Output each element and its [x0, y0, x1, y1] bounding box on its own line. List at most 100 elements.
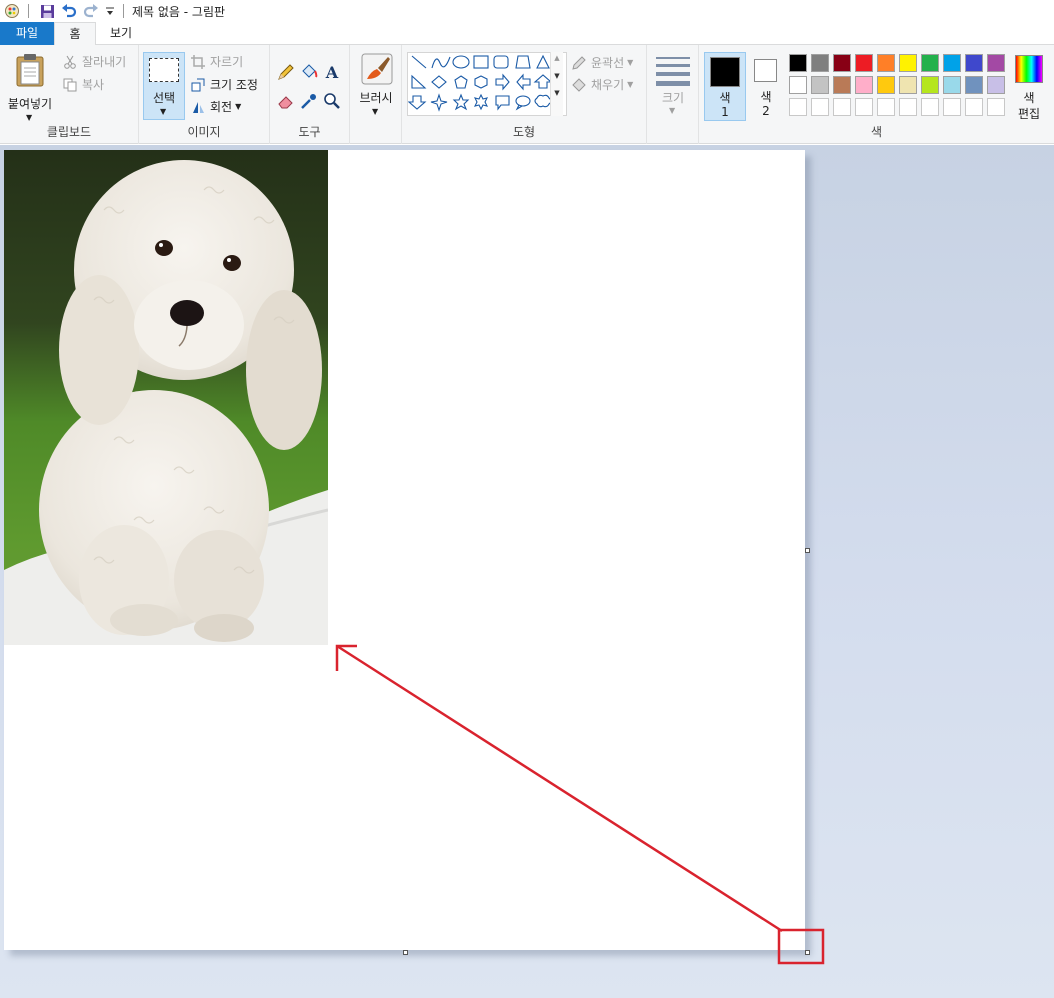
paint-app-icon[interactable]: [2, 1, 22, 21]
size-label: 크기: [661, 91, 685, 105]
resize-handle-right[interactable]: [805, 548, 810, 553]
custom-color-slot[interactable]: [987, 98, 1005, 116]
selection-rect-icon: [149, 58, 179, 82]
fill-bucket-icon[interactable]: [299, 62, 319, 82]
window-title: 제목 없음 - 그림판: [132, 4, 226, 19]
redo-icon[interactable]: [81, 1, 101, 21]
chevron-down-icon: ▼: [627, 80, 634, 89]
chevron-down-icon: ▼: [372, 107, 379, 116]
magnifier-icon[interactable]: [322, 91, 342, 111]
palette-swatch[interactable]: [921, 54, 939, 72]
resize-button[interactable]: 크기 조정: [190, 76, 258, 93]
scroll-down-icon[interactable]: ▼: [551, 72, 563, 80]
outline-button[interactable]: 윤곽선 ▼: [571, 54, 633, 71]
gallery-expand-icon[interactable]: ▼: [551, 89, 563, 97]
custom-color-slot[interactable]: [833, 98, 851, 116]
resize-icon: [190, 77, 206, 93]
palette-swatch[interactable]: [921, 76, 939, 94]
palette-swatch[interactable]: [855, 54, 873, 72]
palette-swatch[interactable]: [833, 54, 851, 72]
copy-icon: [62, 77, 78, 93]
palette-swatch[interactable]: [833, 76, 851, 94]
palette-swatch[interactable]: [943, 76, 961, 94]
select-button[interactable]: 선택 ▼: [143, 52, 185, 120]
palette-swatch[interactable]: [965, 76, 983, 94]
ribbon: 붙여넣기 ▼ 잘라내기 복사 클립보드 선택 ▼ 자르기 크기 조정 회전 ▼ …: [0, 45, 1054, 144]
brush-button[interactable]: 브러시 ▼: [354, 53, 398, 121]
palette-swatch[interactable]: [899, 76, 917, 94]
line-width-icon: [656, 57, 690, 86]
shapes-group: ▲ ▼ ▼ 윤곽선 ▼ 채우기 ▼ 도형: [402, 45, 647, 144]
brush-icon: [361, 53, 393, 88]
tab-view[interactable]: 보기: [98, 22, 144, 45]
scroll-up-icon[interactable]: ▲: [551, 54, 563, 62]
shapes-gallery-icons[interactable]: [407, 53, 568, 117]
custom-color-slot[interactable]: [943, 98, 961, 116]
color2-swatch: [754, 59, 777, 82]
undo-icon[interactable]: [59, 1, 79, 21]
text-icon[interactable]: A: [322, 62, 342, 82]
color2-label: 색: [760, 90, 772, 104]
custom-color-slot[interactable]: [921, 98, 939, 116]
resize-handle-bottom[interactable]: [403, 950, 408, 955]
paste-button[interactable]: 붙여넣기 ▼: [4, 51, 56, 122]
fill-label: 채우기: [591, 78, 625, 92]
resize-handle-corner[interactable]: [805, 950, 810, 955]
palette-swatch[interactable]: [877, 54, 895, 72]
clipboard-group: 붙여넣기 ▼ 잘라내기 복사 클립보드: [0, 45, 139, 144]
size-button[interactable]: 크기 ▼: [653, 55, 693, 117]
palette-swatch[interactable]: [965, 54, 983, 72]
palette-swatch[interactable]: [877, 76, 895, 94]
palette-swatch[interactable]: [899, 54, 917, 72]
ribbon-tabs: 파일 홈 보기: [0, 22, 1054, 46]
custom-color-slot[interactable]: [899, 98, 917, 116]
rotate-button[interactable]: 회전 ▼: [190, 98, 241, 115]
color1-swatch: [710, 57, 740, 87]
eraser-icon[interactable]: [276, 91, 296, 111]
outline-pen-icon: [571, 55, 587, 71]
cut-label: 잘라내기: [82, 55, 127, 69]
copy-button[interactable]: 복사: [62, 76, 104, 93]
customize-quick-access-icon[interactable]: [103, 1, 117, 21]
save-icon[interactable]: [37, 1, 57, 21]
chevron-down-icon: ▼: [26, 113, 33, 122]
fill-button[interactable]: 채우기 ▼: [571, 76, 633, 93]
shapes-scroll[interactable]: ▲ ▼ ▼: [550, 52, 563, 116]
custom-color-slot[interactable]: [965, 98, 983, 116]
color-picker-icon[interactable]: [299, 91, 319, 111]
chevron-down-icon: ▼: [627, 58, 634, 67]
palette-swatch[interactable]: [855, 76, 873, 94]
palette-swatch[interactable]: [789, 76, 807, 94]
palette-swatch[interactable]: [789, 54, 807, 72]
pasted-dog-photo: [4, 150, 328, 645]
edit-colors-button[interactable]: 색 편집: [1011, 53, 1047, 121]
resize-label: 크기 조정: [210, 78, 258, 92]
chevron-down-icon: ▼: [160, 107, 167, 116]
crop-icon: [190, 54, 206, 70]
custom-color-slot[interactable]: [855, 98, 873, 116]
cut-button[interactable]: 잘라내기: [62, 53, 126, 70]
palette-swatch[interactable]: [987, 54, 1005, 72]
select-label: 선택: [152, 91, 176, 105]
quick-access-toolbar: [0, 0, 130, 22]
drawing-canvas[interactable]: [4, 150, 805, 950]
chevron-down-icon: ▼: [235, 102, 242, 111]
palette-swatch[interactable]: [943, 54, 961, 72]
crop-button[interactable]: 자르기: [190, 53, 243, 70]
custom-color-slot[interactable]: [789, 98, 807, 116]
palette-swatch[interactable]: [987, 76, 1005, 94]
custom-color-slot[interactable]: [877, 98, 895, 116]
colors-group: 색 1 색 2 색 편집 색: [699, 45, 1054, 144]
brush-group: 브러시 ▼: [350, 45, 402, 144]
pencil-icon[interactable]: [276, 62, 296, 82]
tab-home[interactable]: 홈: [54, 22, 96, 46]
color1-button[interactable]: 색 1: [704, 52, 746, 121]
separator: [123, 4, 124, 18]
custom-color-slot[interactable]: [811, 98, 829, 116]
palette-swatch[interactable]: [811, 76, 829, 94]
shapes-group-label: 도형: [512, 125, 536, 139]
color2-button[interactable]: 색 2: [748, 52, 784, 121]
tab-file[interactable]: 파일: [0, 22, 54, 45]
palette-swatch[interactable]: [811, 54, 829, 72]
rainbow-icon: [1015, 55, 1043, 83]
